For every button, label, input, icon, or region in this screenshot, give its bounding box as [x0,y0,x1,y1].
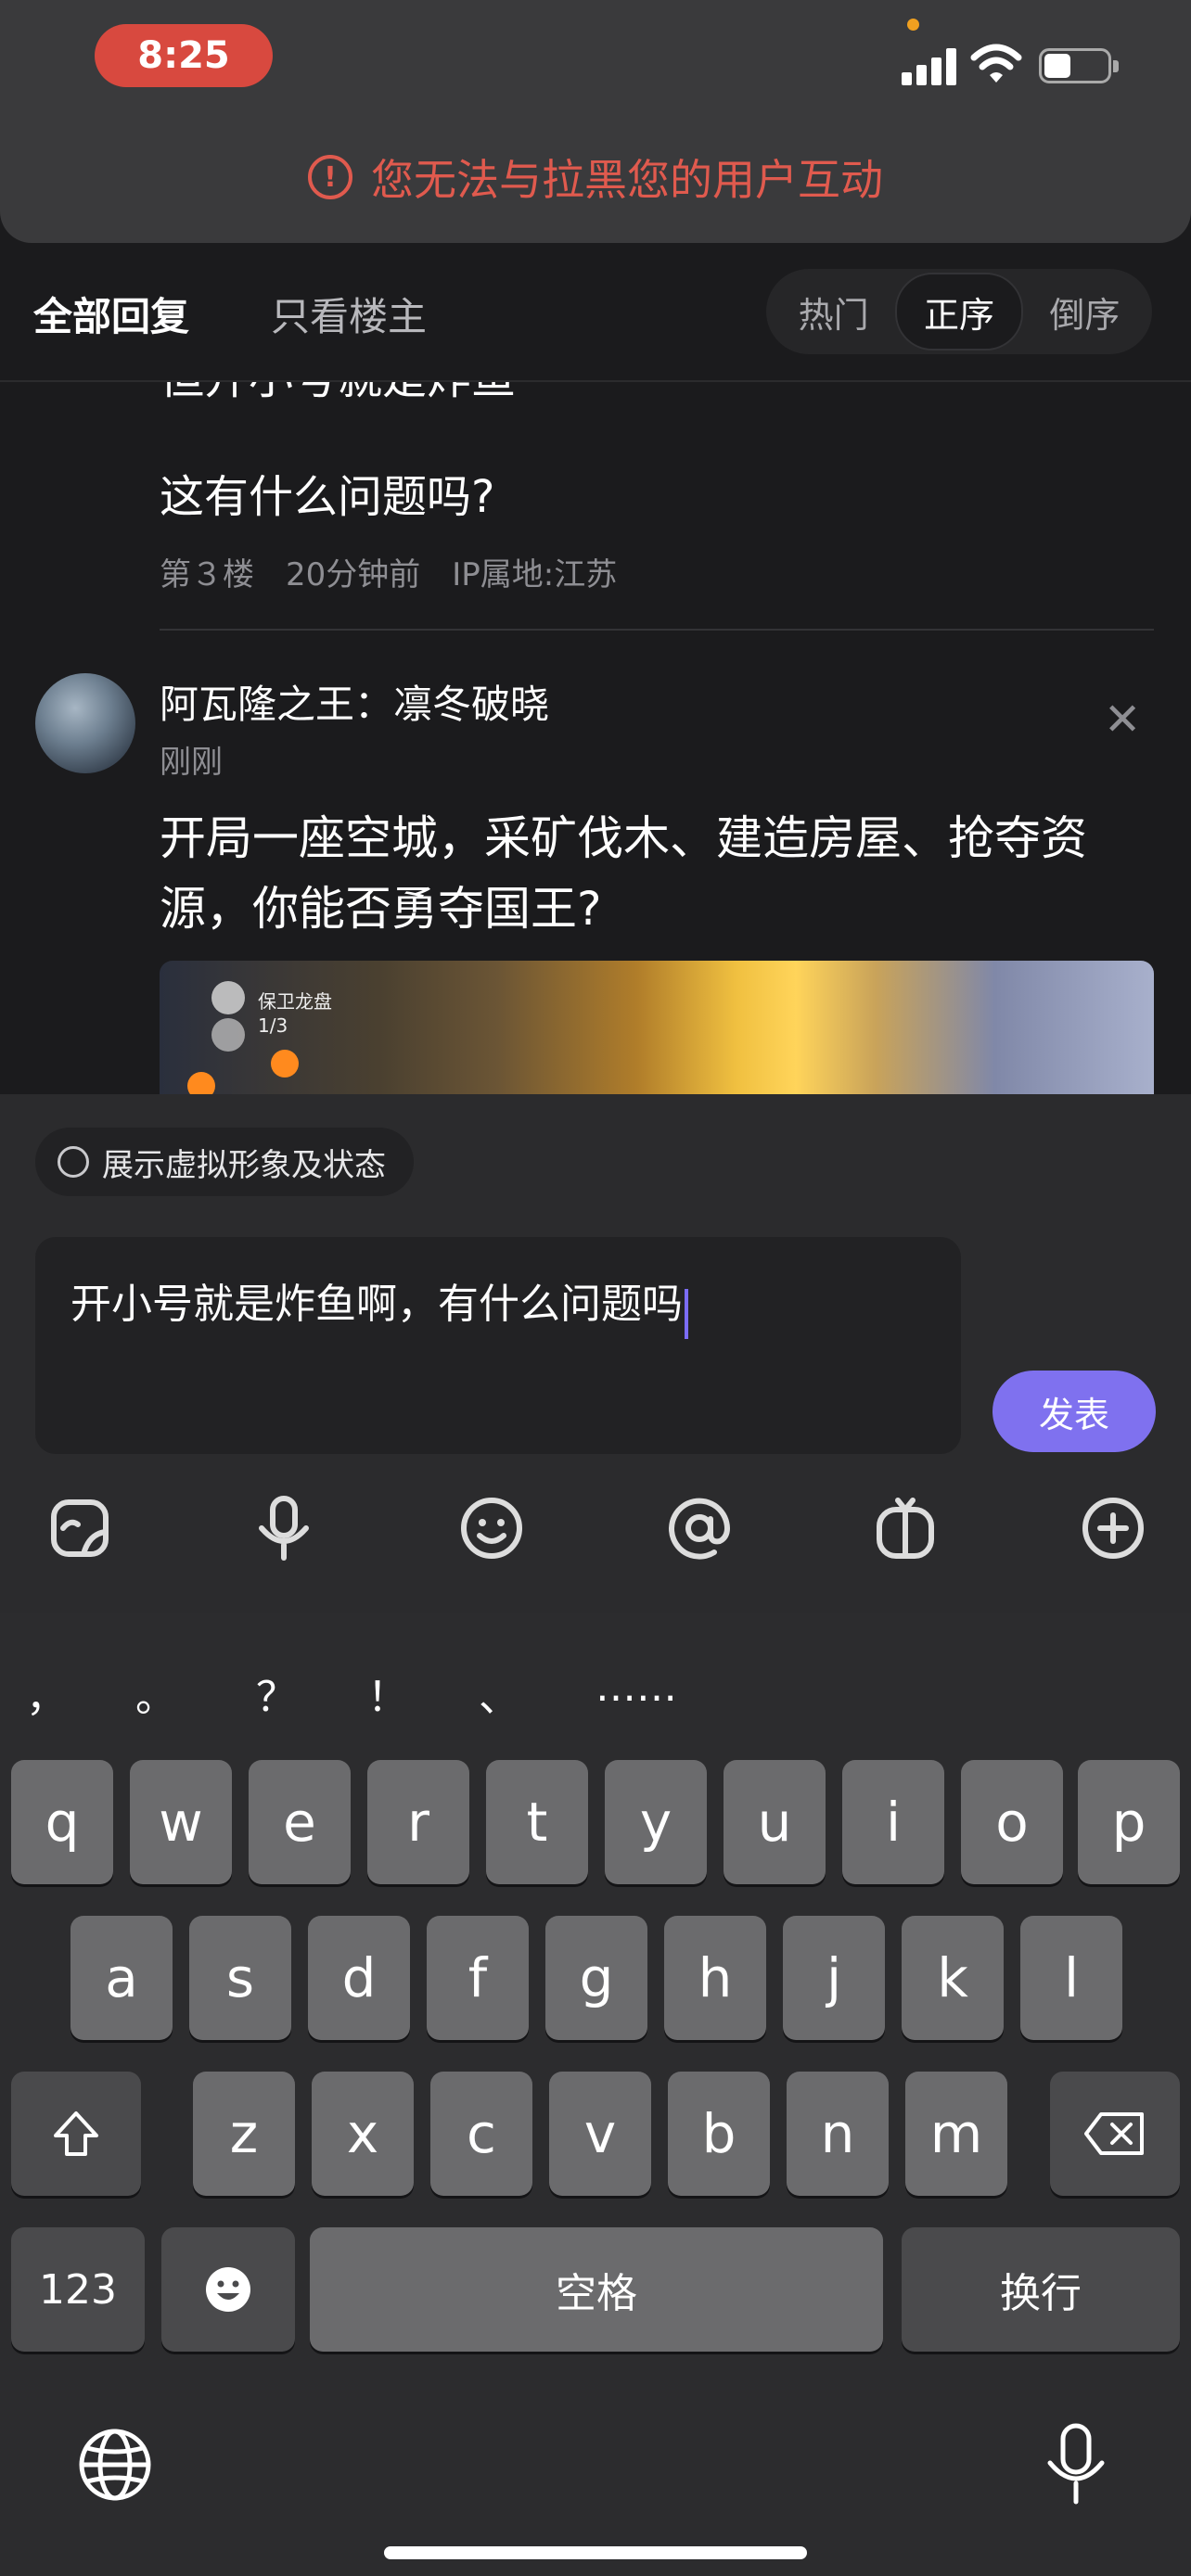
key-g[interactable]: g [545,1916,647,2040]
punct-key[interactable]: ？ [256,1664,297,1723]
key-l[interactable]: l [1020,1916,1122,2040]
emoji-icon [206,2267,250,2312]
tab-op-only[interactable]: 只看楼主 [271,286,427,342]
submit-button[interactable]: 发表 [992,1371,1156,1452]
reply-feed[interactable]: 但开小号就是炸鱼 这有什么问题吗? 第３楼 20分钟前 IP属地:江苏 阿瓦隆之… [0,380,1191,1094]
previous-reply-text: 但开小号就是炸鱼 [160,380,516,406]
key-x[interactable]: x [312,2072,414,2196]
punct-key[interactable]: …… [596,1664,677,1711]
toast-message: 您无法与拉黑您的用户互动 [371,155,883,205]
shift-key[interactable] [11,2072,141,2196]
space-key[interactable]: 空格 [310,2227,883,2352]
key-s[interactable]: s [189,1916,291,2040]
blocked-toast: ! 您无法与拉黑您的用户互动 [0,139,1191,215]
key-b[interactable]: b [668,2072,770,2196]
emoji-icon[interactable] [455,1491,529,1565]
sticker-icon[interactable] [43,1491,117,1565]
keyboard: ， 。 ？ ！ 、 …… q w e r t y u i o p a s d f… [0,1613,1191,2576]
home-indicator[interactable] [384,2546,807,2559]
at-icon[interactable] [662,1491,736,1565]
dictation-microphone-icon[interactable] [1039,2420,1113,2507]
reply-meta: 第３楼 20分钟前 IP属地:江苏 [160,556,618,593]
reply-filter-bar: 全部回复 只看楼主 热门 正序 倒序 [0,243,1191,382]
punctuation-bar: ， 。 ？ ！ 、 …… [0,1664,705,1721]
reply-input-value: 开小号就是炸鱼啊，有什么问题吗 [70,1281,683,1328]
battery-icon [1039,48,1119,83]
key-t[interactable]: t [486,1760,588,1884]
sort-descending[interactable]: 倒序 [1023,274,1146,349]
key-j[interactable]: j [783,1916,885,2040]
shift-arrow-icon [54,2111,98,2156]
punct-key[interactable]: 。 [135,1664,176,1723]
key-i[interactable]: i [842,1760,944,1884]
key-u[interactable]: u [724,1760,826,1884]
show-avatar-label: 展示虚拟形象及状态 [102,1146,386,1184]
skull-icon [211,1018,245,1052]
return-key[interactable]: 换行 [902,2227,1180,2352]
avatar[interactable] [35,673,135,773]
key-v[interactable]: v [549,2072,651,2196]
key-p[interactable]: p [1078,1760,1180,1884]
key-r[interactable]: r [367,1760,469,1884]
reply-content: 这有什么问题吗? [160,471,495,523]
text-caret [685,1288,688,1339]
key-a[interactable]: a [70,1916,173,2040]
punct-key[interactable]: ！ [367,1664,408,1723]
game-quest-progress: 1/3 [258,1014,288,1037]
post-author[interactable]: 阿瓦隆之王：凛冬破晓 [160,673,549,730]
close-icon[interactable]: ✕ [1104,694,1141,746]
game-quest-title: 保卫龙盘 [258,990,332,1013]
numbers-key[interactable]: 123 [11,2227,145,2352]
torch-icon [187,1072,215,1094]
globe-icon[interactable] [76,2426,154,2504]
key-m[interactable]: m [905,2072,1007,2196]
punct-key[interactable]: 、 [479,1664,519,1723]
top-notification-area: 8:25 ! 您无法与拉黑您的用户互动 [0,0,1191,243]
post-body: 开局一座空城，采矿伐木、建造房屋、抢夺资源，你能否勇夺国王? [160,811,1087,936]
key-w[interactable]: w [130,1760,232,1884]
emoji-keyboard-key[interactable] [161,2227,295,2352]
key-z[interactable]: z [193,2072,295,2196]
radio-icon [58,1146,89,1178]
privacy-indicator-icon [907,19,919,31]
torch-icon [271,1050,299,1078]
status-time: 8:25 [95,24,273,87]
composer-toolbar [0,1491,1191,1593]
key-y[interactable]: y [605,1760,707,1884]
post-image[interactable]: 保卫龙盘 1/3 [160,961,1154,1094]
key-o[interactable]: o [961,1760,1063,1884]
post-time: 刚刚 [160,744,223,781]
cellular-signal-icon [902,46,957,85]
plus-circle-icon[interactable] [1076,1491,1150,1565]
key-d[interactable]: d [308,1916,410,2040]
punct-key[interactable]: ， [26,1664,67,1723]
sort-hot[interactable]: 热门 [772,274,895,349]
key-f[interactable]: f [427,1916,529,2040]
key-e[interactable]: e [249,1760,351,1884]
key-n[interactable]: n [787,2072,889,2196]
key-q[interactable]: q [11,1760,113,1884]
show-avatar-toggle[interactable]: 展示虚拟形象及状态 [35,1128,414,1196]
shield-icon [211,981,245,1014]
sort-ascending[interactable]: 正序 [895,273,1023,351]
wifi-icon [970,44,1022,83]
microphone-icon[interactable] [247,1491,321,1565]
reply-input[interactable]: 开小号就是炸鱼啊，有什么问题吗 [35,1237,961,1454]
backspace-icon [1084,2112,1144,2155]
sort-segmented-control: 热门 正序 倒序 [766,269,1152,354]
key-h[interactable]: h [664,1916,766,2040]
backspace-key[interactable] [1050,2072,1180,2196]
key-k[interactable]: k [902,1916,1004,2040]
tab-all-replies[interactable]: 全部回复 [33,286,189,342]
exclamation-circle-icon: ! [308,155,352,199]
key-c[interactable]: c [430,2072,532,2196]
divider [160,629,1154,631]
gift-icon[interactable] [868,1491,942,1565]
reply-composer: 展示虚拟形象及状态 开小号就是炸鱼啊，有什么问题吗 发表 [0,1094,1191,1613]
